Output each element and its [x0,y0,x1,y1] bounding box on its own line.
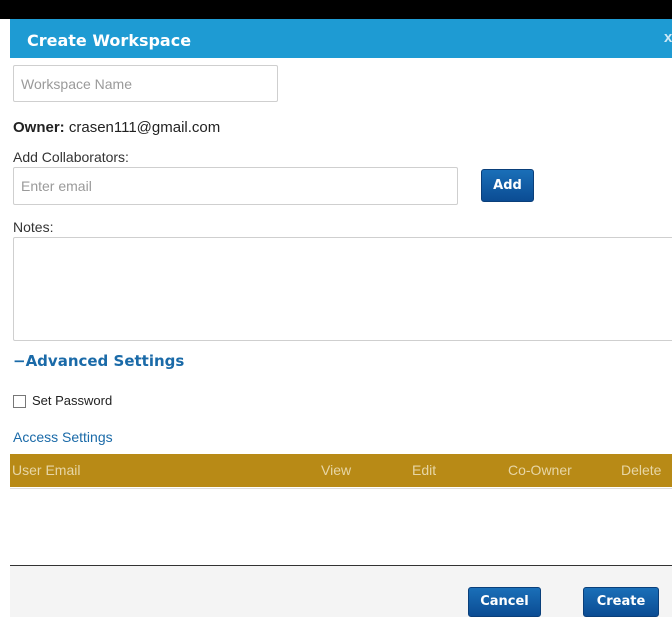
owner-line: Owner: crasen111@gmail.com [13,119,220,136]
column-co-owner: Co-Owner [508,462,572,478]
column-edit: Edit [412,462,437,478]
dialog-titlebar: Create Workspace x [10,19,672,58]
set-password-checkbox[interactable] [13,395,26,408]
workspace-name-input[interactable] [13,65,278,102]
top-dark-bar [0,0,672,19]
dialog-footer [10,565,672,617]
collaborator-email-input[interactable] [13,167,458,205]
create-workspace-dialog: Create Workspace x Owner: crasen111@gmai… [10,19,672,617]
close-icon[interactable]: x [664,29,672,46]
create-button[interactable]: Create [583,587,659,617]
add-collaborators-label: Add Collaborators: [13,149,129,165]
access-settings-label: Access Settings [13,429,113,445]
advanced-settings-toggle[interactable]: −Advanced Settings [13,352,184,370]
dialog-title: Create Workspace [27,31,192,50]
add-collaborator-button[interactable]: Add [481,169,534,202]
column-view: View [321,462,352,478]
notes-label: Notes: [13,219,54,235]
table-divider [10,488,672,489]
column-user-email: User Email [12,462,81,478]
access-table-header: User Email View Edit Co-Owner Delete [10,454,672,487]
cancel-button[interactable]: Cancel [468,587,541,617]
set-password-label[interactable]: Set Password [32,393,112,408]
column-delete: Delete [621,462,662,478]
owner-email: crasen111@gmail.com [68,119,221,136]
owner-label: Owner: [13,119,65,136]
notes-textarea[interactable] [13,237,672,341]
